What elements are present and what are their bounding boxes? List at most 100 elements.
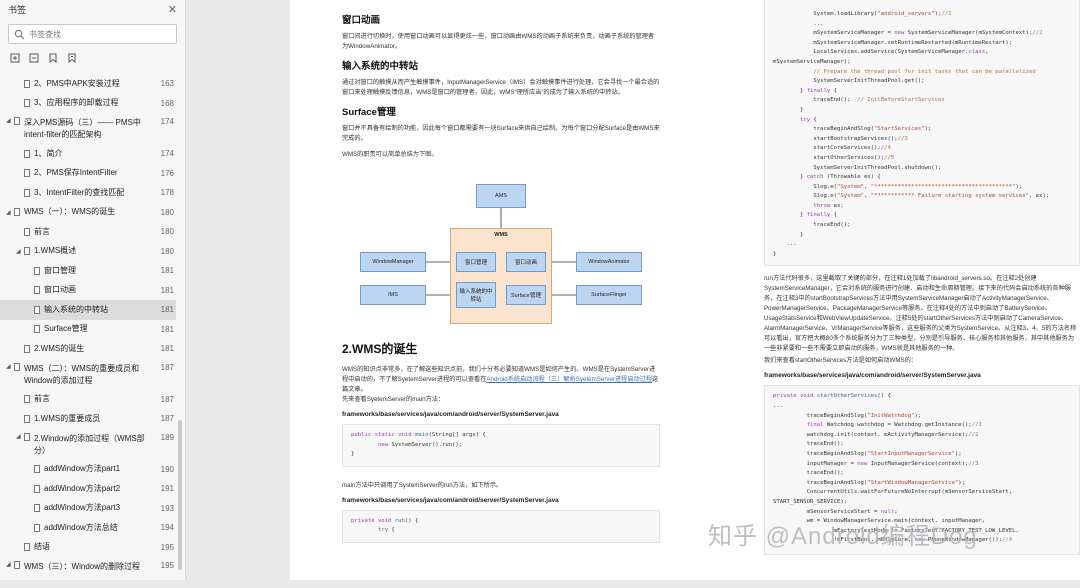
bookmark-item[interactable]: addWindow方法总结 194 <box>0 518 176 538</box>
bookmark-search-input[interactable] <box>29 29 169 39</box>
page-icon <box>34 484 40 493</box>
remove-bookmark-icon[interactable] <box>29 50 39 63</box>
bookmark-item[interactable]: 1.WMS的重要成员 187 <box>0 409 176 429</box>
bookmark-item[interactable]: 结语 195 <box>0 538 176 558</box>
page-icon <box>14 208 20 217</box>
bookmark-item[interactable]: 2、PMS中APK安装过程 163 <box>0 74 176 94</box>
bookmark-item-selected[interactable]: 输入系统的中转站 181 <box>0 300 176 320</box>
bookmark-item[interactable]: 2、PMS保存IntentFilter 176 <box>0 164 176 184</box>
bookmark-item[interactable]: 3、IntentFilter的查找匹配 178 <box>0 183 176 203</box>
bookmark-item[interactable]: 3、应用程序的卸载过程 168 <box>0 94 176 114</box>
page-icon <box>24 543 30 552</box>
paragraph: 我们来查看startOtherServices方法是如何启动WMS的： <box>764 357 917 365</box>
page-icon <box>34 523 40 532</box>
paragraph: WMS的职责可以简单总结为下图。 <box>342 151 438 158</box>
collapse-triangle-icon[interactable]: ◢ <box>6 561 14 568</box>
page-icon <box>14 117 20 125</box>
bookmark-search[interactable] <box>8 24 177 44</box>
bookmark-filter-icon[interactable] <box>67 50 77 64</box>
bookmarks-title: 书签 <box>8 4 27 15</box>
paragraph: WMS的知识点非常多，在了解这些知识点前，我们十分有必要知道WMS是如何产生的。… <box>342 366 659 403</box>
add-bookmark-icon[interactable] <box>10 50 20 63</box>
page-left-column: 窗口动画 窗口间进行切换时，使用窗口动画可以显得更炫一些，窗口动画由WMS的动画… <box>342 12 660 543</box>
code-block-run: private void run() { try { <box>342 509 660 543</box>
window-manager-box: WindowManager <box>360 252 426 272</box>
surface-manage-box: Surface管理 <box>506 285 546 305</box>
ims-box: IMS <box>360 285 426 305</box>
bookmark-item[interactable]: addWindow方法part1 190 <box>0 460 176 480</box>
page-icon <box>14 362 20 371</box>
collapse-triangle-icon[interactable]: ◢ <box>16 433 24 440</box>
bookmark-item[interactable]: addWindow方法part2 191 <box>0 479 176 499</box>
page-icon <box>34 305 40 314</box>
page-icon <box>24 169 30 178</box>
paragraph: 窗口并不具备有绘制的功能，因此每个窗口都需要有一块Surface来供自己绘制。为… <box>342 125 660 142</box>
page-icon <box>24 227 30 236</box>
bookmark-item[interactable]: ◢ WMS（三）：Window的删除过程 195 <box>0 557 176 588</box>
bookmarks-header: 书签 ✕ <box>0 0 185 18</box>
heading-input-relay: 输入系统的中转站 <box>342 61 419 72</box>
document-page: 窗口动画 窗口间进行切换时，使用窗口动画可以显得更炫一些，窗口动画由WMS的动画… <box>290 0 1080 580</box>
page-icon <box>24 395 30 404</box>
watermark: 知乎 @Android编程Dog <box>708 523 978 550</box>
bookmark-item[interactable]: ◢ 2.Window的添加过程（WMS部分） 189 <box>0 429 176 460</box>
window-anim-box: 窗口动画 <box>506 252 546 272</box>
paragraph: 窗口间进行切换时，使用窗口动画可以显得更炫一些，窗口动画由WMS的动画子系统来负… <box>342 33 655 50</box>
window-manage-box: 窗口管理 <box>456 252 496 272</box>
code-block-run-body: System.loadLibrary("android_servers");//… <box>764 0 1080 267</box>
bookmark-item[interactable]: 窗口管理 181 <box>0 261 176 281</box>
sidebar-scrollbar[interactable] <box>178 420 182 570</box>
heading-wms-birth: 2.WMS的诞生 <box>342 342 418 356</box>
collapse-triangle-icon[interactable]: ◢ <box>16 248 24 255</box>
bookmark-item[interactable]: ◢ WMS（二）：WMS的重要成员和Window的添加过程 187 <box>0 359 176 390</box>
page-icon <box>24 79 30 88</box>
page-icon <box>34 465 40 474</box>
bookmark-toolbar <box>0 44 185 66</box>
page-icon <box>14 561 20 569</box>
page-icon <box>34 286 40 295</box>
bookmark-item[interactable]: 2.WMS的诞生 181 <box>0 339 176 359</box>
bookmark-item[interactable]: ◢ 1.WMS概述 180 <box>0 242 176 262</box>
bookmark-item[interactable]: 前言 180 <box>0 222 176 242</box>
input-relay-box: 输入系统的中转站 <box>456 282 496 308</box>
heading-window-animation: 窗口动画 <box>342 15 381 26</box>
collapse-triangle-icon[interactable]: ◢ <box>6 363 14 370</box>
page-icon <box>24 432 30 441</box>
page-icon <box>34 504 40 513</box>
page-right-column: System.loadLibrary("android_servers");//… <box>764 0 1080 556</box>
paragraph: 通过对窗口的触摸从而产生触摸事件，InputManagerService（IMS… <box>342 79 660 96</box>
bookmark-item[interactable]: 前言 187 <box>0 390 176 410</box>
file-path: frameworks/base/services/java/com/androi… <box>342 411 559 418</box>
page-icon <box>24 344 30 353</box>
page-icon <box>24 247 30 256</box>
window-animator-box: WindowAnimator <box>576 252 642 272</box>
code-block-main: public static void main(String[] args) {… <box>342 424 660 467</box>
heading-surface: Surface管理 <box>342 107 396 118</box>
bookmark-item[interactable]: ◢ WMS（一）：WMS的诞生 180 <box>0 203 176 223</box>
bookmark-item[interactable]: 1、简介 174 <box>0 144 176 164</box>
wms-box: WMS <box>450 228 552 324</box>
bookmark-tree: 2、PMS中APK安装过程 163 3、应用程序的卸载过程 168 ◢ 深入PMS源码… <box>0 74 176 588</box>
paragraph: run方法代码很多，这里截取了关键的部分，在注释1处加载了libandroid_… <box>764 275 1077 353</box>
wms-responsibility-diagram: AMS WMS WindowManager 窗口管理 窗口动画 WindowAn… <box>342 172 660 332</box>
ams-box: AMS <box>476 184 526 208</box>
page-icon <box>24 188 30 197</box>
surface-flinger-box: SurfaceFlinger <box>576 285 642 305</box>
close-icon[interactable]: ✕ <box>168 3 177 16</box>
page-icon <box>24 414 30 423</box>
bookmark-item[interactable]: addWindow方法part3 193 <box>0 499 176 519</box>
bookmark-item[interactable]: 窗口动画 181 <box>0 281 176 301</box>
bookmark-item[interactable]: ◢ 深入PMS源码（三）—— PMS中intent-filter的匹配架构 174 <box>0 113 176 144</box>
collapse-triangle-icon[interactable]: ◢ <box>6 117 14 124</box>
paragraph: main方法中只调用了SystemServer的run方法，如下所示。 <box>342 481 503 489</box>
file-path: frameworks/base/services/java/com/androi… <box>342 496 559 504</box>
page-icon <box>24 99 30 108</box>
bookmark-icon[interactable] <box>48 50 58 64</box>
article-link[interactable]: Android系统启动流程（三）解析SyetemServer进程启动过程 <box>486 376 652 383</box>
search-icon <box>14 29 25 39</box>
page-icon <box>34 325 40 334</box>
file-path: frameworks/base/services/java/com/androi… <box>764 372 981 380</box>
collapse-triangle-icon[interactable]: ◢ <box>6 209 14 216</box>
bookmarks-panel: 书签 ✕ 2、PMS中APK安装过程163 3、应用程序的卸载过程168 ◢深入… <box>0 0 186 580</box>
bookmark-item[interactable]: Surface管理 181 <box>0 320 176 340</box>
